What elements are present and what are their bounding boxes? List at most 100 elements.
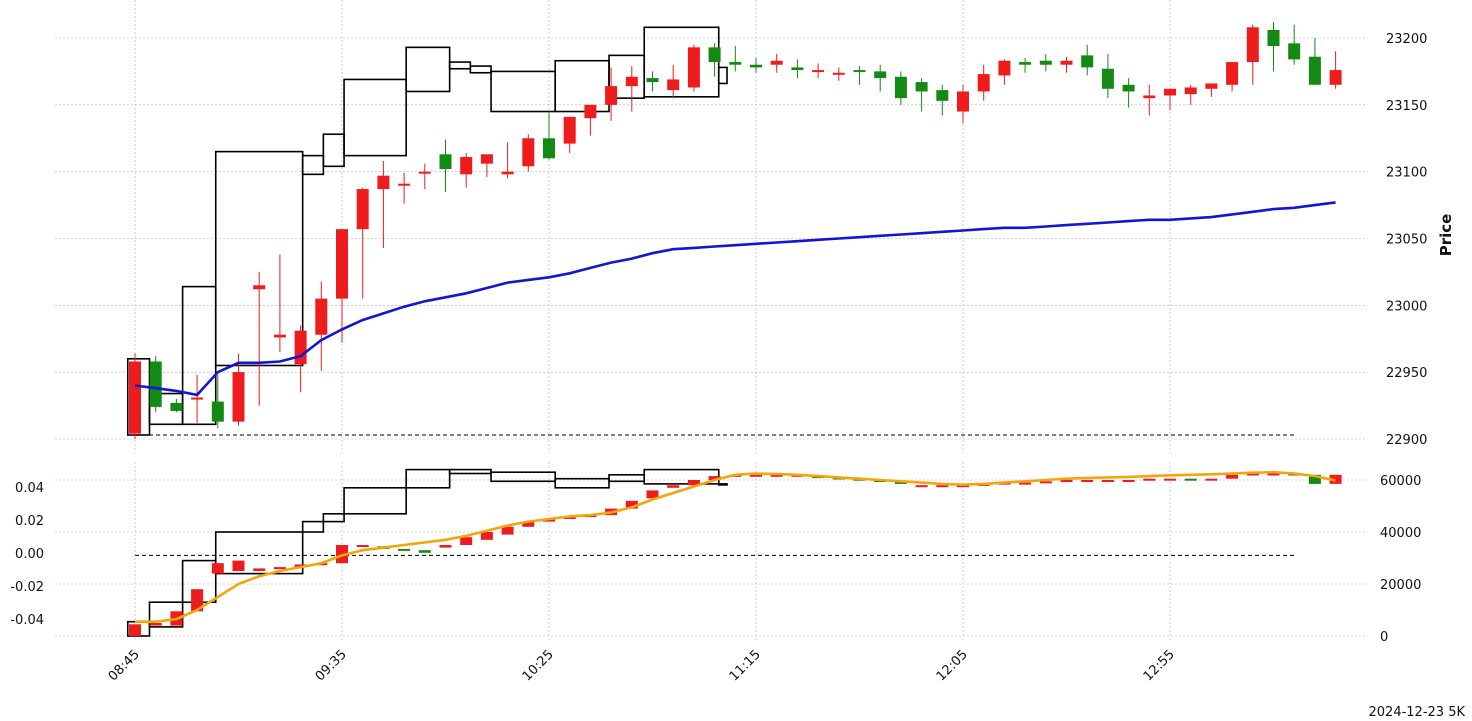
price-tick-label: 22950 [1386, 366, 1427, 381]
price-candle-body [812, 70, 825, 73]
price-candle-body [522, 138, 535, 167]
price-candle-body [729, 62, 742, 65]
price-candle-body [336, 229, 348, 299]
price-range-box [322, 133, 345, 168]
price-candle-body [1060, 60, 1073, 65]
volume-candle-body [398, 548, 411, 551]
price-range-box [405, 46, 451, 93]
price-candle-body [1205, 83, 1218, 89]
volume-candle-body [1226, 474, 1239, 479]
price-range-box [343, 78, 407, 157]
price-candle-body [315, 298, 328, 335]
volume-candle-body [1101, 480, 1114, 482]
price-candle-body [708, 47, 721, 63]
volume-candle-body [936, 485, 949, 488]
price-candle-body [211, 401, 224, 422]
price-candle-body [398, 183, 411, 186]
price-candle-body [460, 156, 473, 175]
volume-candle-body [915, 485, 928, 488]
price-candle-body [543, 138, 555, 159]
volume-candle-body [273, 567, 286, 570]
price-candle-body [605, 86, 618, 105]
volume-candle-body [1143, 478, 1156, 481]
ratio-tick-label: 0.02 [15, 514, 44, 529]
price-candle-body [1039, 60, 1052, 65]
price-candle-body [149, 361, 162, 407]
price-candle-body [646, 78, 659, 83]
price-candle-body [253, 285, 266, 290]
price-axis-label: Price [1437, 214, 1455, 257]
price-candle-body [356, 189, 369, 230]
time-tick-label: 08:45 [106, 647, 143, 684]
volume-candle-body [460, 537, 473, 545]
price-candle-body [1288, 43, 1301, 60]
price-tick-label: 23100 [1386, 166, 1427, 181]
volume-range-box [343, 486, 407, 515]
ratio-tick-label: 0.00 [15, 547, 44, 562]
axis-ticks: 22900 22950 23000 23050 23100 23150 23200 0 2000… [10, 32, 1427, 684]
price-candle-body [1143, 95, 1156, 99]
price-candle-body [294, 330, 307, 365]
price-candle-body [418, 171, 431, 174]
price-candle-body [191, 397, 204, 400]
price-candle-body [501, 171, 514, 175]
price-tick-label: 23050 [1386, 233, 1427, 248]
volume-candle-body [1039, 481, 1052, 484]
price-candle-body [750, 64, 762, 68]
ratio-tick-label: -0.04 [10, 613, 44, 628]
volume-candle-body [129, 624, 141, 636]
price-average-line [134, 201, 1336, 397]
price-candle-body [667, 79, 680, 91]
price-range-box [469, 65, 492, 74]
volume-range-box [322, 512, 345, 523]
volume-tick-label: 20000 [1380, 578, 1421, 593]
time-tick-label: 12:55 [1141, 647, 1178, 684]
price-candle-body [273, 334, 286, 338]
volume-candle-body [1019, 482, 1032, 485]
price-candle-body [894, 76, 907, 99]
price-candle-body [936, 90, 949, 101]
price-candle-body [1267, 29, 1280, 47]
price-candle-body [1101, 68, 1114, 89]
volume-candle-body [418, 550, 431, 553]
candles [129, 21, 1342, 636]
price-candle-body [874, 71, 887, 79]
price-candle-body [1019, 62, 1032, 65]
price-candle-body [915, 82, 928, 92]
price-candle-body [625, 76, 638, 87]
price-candle-body [1246, 27, 1259, 63]
volume-tick-label: 60000 [1380, 474, 1421, 489]
volume-candle-body [253, 568, 266, 571]
volume-candle-body [1122, 480, 1135, 482]
price-candle-body [770, 60, 783, 65]
price-candle-body [1329, 70, 1342, 85]
volume-candle-body [232, 560, 245, 571]
price-candle-body [1308, 56, 1321, 85]
volume-range-box [405, 468, 451, 489]
price-tick-label: 23200 [1386, 32, 1427, 47]
volume-candle-body [149, 623, 162, 626]
date-footer: 2024-12-23 5K [1369, 705, 1466, 720]
price-candle-body [977, 74, 990, 92]
volume-candle-body [1267, 473, 1280, 476]
price-tick-label: 23000 [1386, 299, 1427, 314]
price-range-box [181, 285, 217, 426]
candlestick-chart: 22900 22950 23000 23050 23100 23150 23200 0 2000… [10, 0, 1466, 720]
ratio-tick-label: 0.04 [15, 481, 44, 496]
price-tick-label: 23150 [1386, 99, 1427, 114]
volume-range-box [448, 468, 492, 475]
price-candle-body [1081, 55, 1094, 68]
volume-candle-body [501, 526, 514, 535]
volume-range-box [214, 531, 304, 575]
volume-cumulative-line [135, 470, 1336, 623]
price-candle-body [687, 47, 700, 88]
volume-candle-body [1081, 480, 1094, 482]
volume-candle-body [356, 545, 369, 547]
volume-candle-body [1205, 478, 1218, 481]
price-candle-body [377, 175, 390, 190]
volume-range-box [717, 483, 728, 486]
time-tick-label: 12:05 [934, 647, 971, 684]
price-range-box [490, 70, 557, 113]
price-candle-body [1226, 62, 1239, 85]
volume-range-box [608, 473, 646, 483]
